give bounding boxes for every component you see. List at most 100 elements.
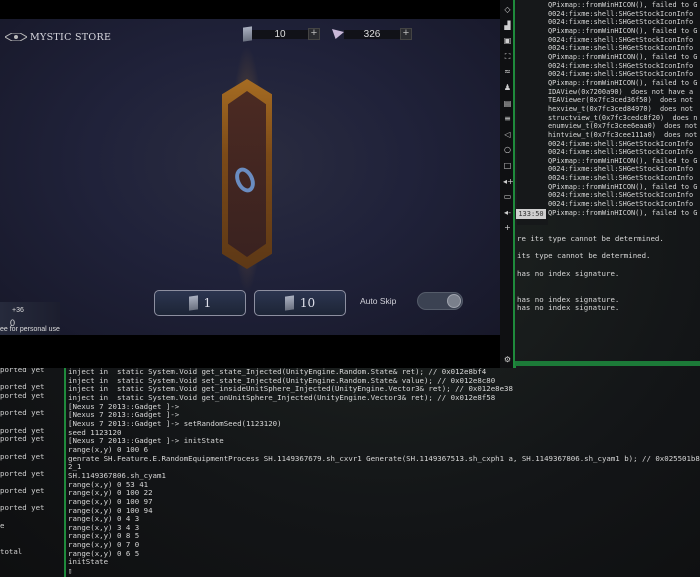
screenshot-icon[interactable]: ▣ bbox=[503, 37, 512, 45]
log-line: range(x,y) 0 7 0 bbox=[68, 540, 140, 550]
gem-currency: 326 + bbox=[332, 28, 412, 40]
ticket-count: 10 bbox=[252, 29, 308, 40]
watermark: ee for personal use bbox=[0, 326, 60, 333]
rotate-icon[interactable]: ◇ bbox=[503, 6, 512, 14]
ticket-icon bbox=[188, 295, 198, 311]
log-line: has no index signature. bbox=[517, 303, 620, 313]
volume-up-icon[interactable]: ◂+ bbox=[503, 177, 514, 186]
emulator-window[interactable]: MYSTIC STORE 10 + 326 + +36 0 ee for per… bbox=[0, 0, 500, 368]
terminal-output[interactable]: inject in static System.Void get_state_I… bbox=[68, 367, 700, 576]
log-line: total bbox=[0, 546, 23, 556]
ticket-currency: 10 + bbox=[243, 26, 320, 42]
log-line: 0024:fixme:shell:SHGetStockIconInfo bbox=[548, 165, 694, 174]
log-line: 0024:fixme:shell:SHGetStockIconInfo bbox=[548, 148, 694, 157]
pull-ten-button[interactable]: 10 bbox=[254, 290, 346, 316]
page-title: MYSTIC STORE bbox=[30, 32, 112, 43]
log-line: QPixmap::fromWinHICON(), failed to G bbox=[548, 182, 698, 191]
log-line: 0024:fixme:shell:SHGetStockIconInfo bbox=[548, 191, 694, 200]
log-line: structview_t(0x7fc3cedc8f20) does n bbox=[548, 113, 698, 122]
log-line: 0024:fixme:shell:SHGetStockIconInfo bbox=[548, 200, 694, 209]
log-line: 0024:fixme:shell:SHGetStockIconInfo bbox=[548, 9, 694, 18]
ticket-icon bbox=[284, 295, 294, 311]
log-line: ▯ bbox=[68, 566, 73, 576]
log-line: its type cannot be determined. bbox=[517, 251, 651, 261]
log-line: 0024:fixme:shell:SHGetStockIconInfo bbox=[548, 70, 694, 79]
log-line: QPixmap::fromWinHICON(), failed to G bbox=[548, 1, 698, 9]
log-line: range(x,y) 0 53 41 bbox=[68, 479, 149, 489]
volume-down-icon[interactable]: ◂- bbox=[503, 208, 512, 217]
recents-icon[interactable]: □ bbox=[503, 162, 512, 170]
fullscreen-icon[interactable]: ⛶ bbox=[503, 52, 512, 61]
log-line: QPixmap::fromWinHICON(), failed to G bbox=[548, 26, 698, 35]
log-line: ported yet bbox=[0, 451, 45, 461]
log-line: QPixmap::fromWinHICON(), failed to G bbox=[548, 156, 698, 165]
log-line: ported yet bbox=[0, 503, 45, 513]
back-icon[interactable]: ◁ bbox=[503, 130, 512, 139]
log-line: ported yet bbox=[0, 468, 45, 478]
log-line: range(x,y) 0 100 22 bbox=[68, 488, 153, 498]
log-line: QPixmap::fromWinHICON(), failed to G bbox=[548, 208, 698, 217]
pull-one-button[interactable]: 1 bbox=[154, 290, 246, 316]
wifi-icon[interactable]: ≈ bbox=[503, 68, 512, 76]
log-line: IDAView(0x7200a90) does not have a bbox=[548, 87, 694, 96]
add-gems-button[interactable]: + bbox=[400, 28, 412, 40]
log-line: 0024:fixme:shell:SHGetStockIconInfo bbox=[548, 61, 694, 70]
log-line: TEAViewer(0x7fc3ced36f50) does not bbox=[548, 96, 694, 105]
log-line: [Nexus 7 2013::Gadget ]-> initState bbox=[68, 436, 224, 446]
location-icon[interactable]: ♟ bbox=[503, 84, 512, 92]
log-line: QPixmap::fromWinHICON(), failed to G bbox=[548, 52, 698, 61]
left-terminal-column: ported yet ported yet ported yet ported yet… bbox=[0, 365, 45, 556]
more-icon[interactable]: + bbox=[503, 224, 512, 232]
gear-icon[interactable]: ⚙ bbox=[503, 356, 512, 364]
ticket-icon bbox=[243, 26, 252, 42]
auto-skip-toggle[interactable] bbox=[417, 292, 463, 310]
log-line: range(x,y) 3 4 3 bbox=[68, 522, 140, 532]
volume-icon[interactable]: ▟ bbox=[503, 21, 512, 30]
gem-icon bbox=[332, 29, 344, 39]
side-panel: +36 0 ee for personal use bbox=[0, 302, 60, 335]
auto-skip-label: Auto Skip bbox=[360, 296, 397, 306]
log-line: 0024:fixme:shell:SHGetStockIconInfo bbox=[548, 44, 694, 53]
window-border bbox=[515, 361, 700, 366]
log-line: ported yet bbox=[0, 408, 45, 418]
log-gutter bbox=[517, 0, 548, 225]
game-scene: MYSTIC STORE 10 + 326 + +36 0 ee for per… bbox=[0, 19, 500, 335]
log-line: range(x,y) 0 4 3 bbox=[68, 514, 140, 524]
settings-slider-icon[interactable]: ≡ bbox=[503, 115, 512, 123]
log-line: ported yet bbox=[0, 390, 45, 400]
log-line: QPixmap::fromWinHICON(), failed to G bbox=[548, 78, 698, 87]
store-logo-icon bbox=[5, 33, 27, 41]
log-line: range(x,y) 0 100 94 bbox=[68, 505, 153, 515]
log-line: [Nexus 7 2013::Gadget ]-> setRandomSeed(… bbox=[68, 418, 282, 428]
emulator-toolbar: ◇ ▟ ▣ ⛶ ≈ ♟ ▤ ≡ ◁ ○ □ ◂+ ▭ ◂- + ⚙ bbox=[500, 0, 515, 368]
log-line: e bbox=[0, 520, 5, 530]
log-line: ported yet bbox=[0, 486, 45, 496]
log-line: genrate SH.Feature.E.RandomEquipmentProc… bbox=[68, 453, 700, 463]
log-line: ported yet bbox=[0, 434, 45, 444]
log-line: 0024:fixme:shell:SHGetStockIconInfo bbox=[548, 35, 694, 44]
log-line: SH.1149367806.sh_cyam1 bbox=[68, 470, 166, 480]
home-icon[interactable]: ○ bbox=[503, 146, 512, 154]
add-tickets-button[interactable]: + bbox=[308, 28, 320, 40]
log-line: enumview_t(0x7fc3cee6eaa0) does not bbox=[548, 122, 698, 131]
type-warnings-panel[interactable]: re its type cannot be determined. its typ… bbox=[517, 234, 664, 313]
terminal-border bbox=[64, 366, 66, 577]
log-output[interactable]: QPixmap::fromWinHICON(), failed to G 0024… bbox=[548, 1, 697, 217]
bonus-count: +36 bbox=[12, 307, 24, 314]
log-line: re its type cannot be determined. bbox=[517, 234, 664, 243]
timestamp: 133:50 bbox=[516, 209, 546, 219]
keyboard-icon[interactable]: ▭ bbox=[503, 193, 512, 201]
log-line: has no index signature. bbox=[517, 268, 620, 278]
log-line: hintview_t(0x7fc3cee111a0) does not bbox=[548, 130, 698, 139]
pull-ten-label: 10 bbox=[299, 296, 316, 310]
gem-count: 326 bbox=[344, 29, 400, 40]
log-line: range(x,y) 0 6 5 bbox=[68, 548, 140, 558]
log-line: 0024:fixme:shell:SHGetStockIconInfo bbox=[548, 139, 694, 148]
log-line: 0024:fixme:shell:SHGetStockIconInfo bbox=[548, 174, 694, 183]
pull-one-label: 1 bbox=[203, 296, 212, 310]
film-icon[interactable]: ▤ bbox=[503, 99, 512, 108]
toggle-knob bbox=[447, 294, 461, 308]
log-line: initState bbox=[68, 557, 109, 567]
